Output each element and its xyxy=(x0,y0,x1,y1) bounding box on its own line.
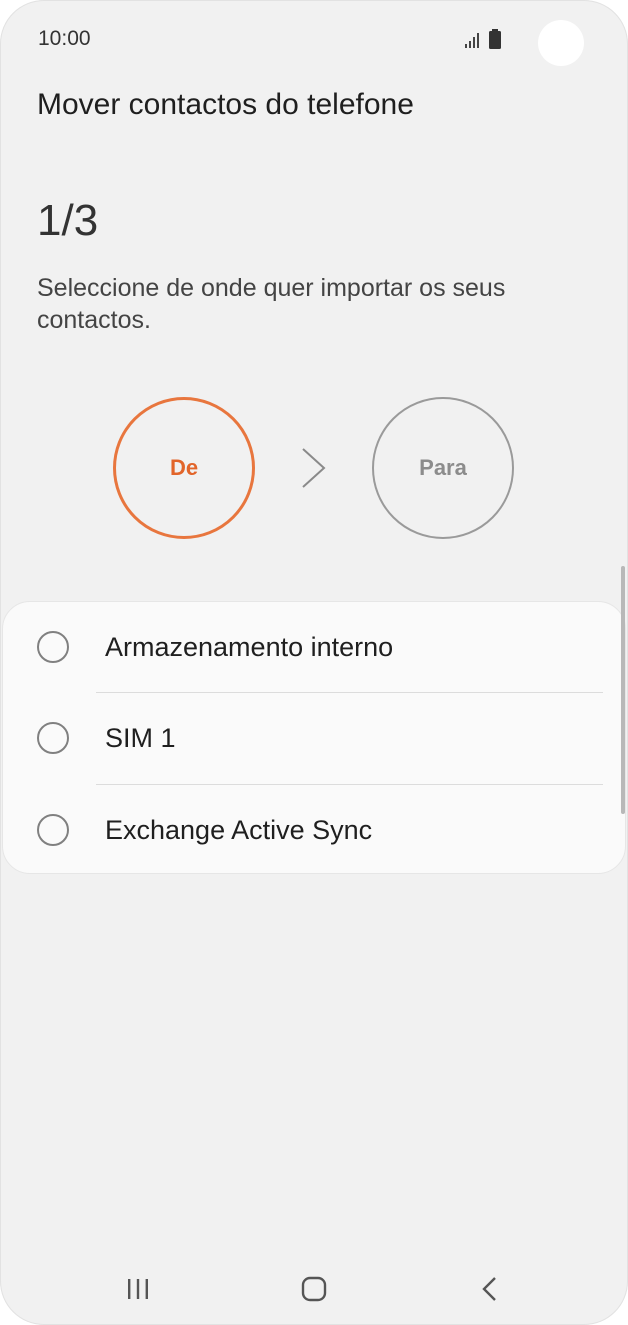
option-sim-1[interactable]: SIM 1 xyxy=(3,693,625,784)
page-title: Mover contactos do telefone xyxy=(37,88,414,121)
status-time: 10:00 xyxy=(38,27,91,50)
instructions-text: Seleccione de onde quer importar os seus… xyxy=(37,274,506,334)
option-label: SIM 1 xyxy=(105,723,176,753)
step-to-label: Para xyxy=(419,455,467,480)
radio-button-icon[interactable] xyxy=(37,722,69,754)
step-from-label: De xyxy=(169,455,199,480)
battery-icon xyxy=(489,29,501,49)
step-to-indicator: Para xyxy=(372,397,514,539)
option-label: Exchange Active Sync xyxy=(105,815,373,845)
option-exchange-active-sync[interactable]: Exchange Active Sync xyxy=(3,785,625,876)
status-bar: 10:00 xyxy=(0,0,628,80)
source-options-list: Armazenamento interno SIM 1 Exchange Act… xyxy=(2,601,626,874)
step-from-indicator: De xyxy=(113,397,255,539)
radio-button-icon[interactable] xyxy=(37,631,69,663)
chevron-right-icon xyxy=(302,448,326,488)
signal-icon xyxy=(465,33,479,48)
navigation-bar xyxy=(0,1255,628,1325)
step-counter: 1/3 xyxy=(37,196,99,245)
option-internal-storage[interactable]: Armazenamento interno xyxy=(3,602,625,693)
radio-button-icon[interactable] xyxy=(37,814,69,846)
home-icon[interactable] xyxy=(294,1271,334,1307)
camera-cutout xyxy=(538,20,584,66)
recent-apps-icon[interactable] xyxy=(118,1271,158,1307)
scrollbar[interactable] xyxy=(621,566,625,814)
phone-screen: 10:00 Mover contactos do telefone 1/3 Se… xyxy=(0,0,628,1325)
option-label: Armazenamento interno xyxy=(105,632,394,662)
back-icon[interactable] xyxy=(470,1271,510,1307)
